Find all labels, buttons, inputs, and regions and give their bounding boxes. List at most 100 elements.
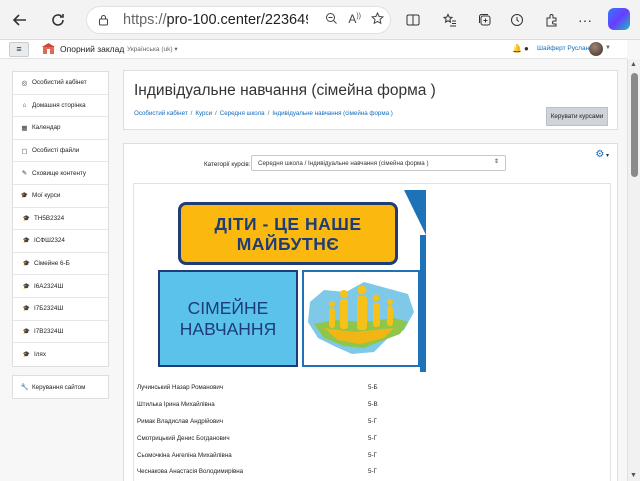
graduation-cap-icon: 🎓 [22, 283, 31, 290]
file-icon: ▢ [21, 147, 28, 155]
collections-icon[interactable] [474, 9, 496, 31]
sidebar-item[interactable]: ▦ Календар [13, 117, 108, 140]
sidebar-item[interactable]: 🎓 І7В2324Ш [13, 321, 108, 344]
page-scrollbar[interactable]: ▲ ▼ [627, 59, 640, 481]
copilot-icon[interactable] [608, 8, 630, 30]
site-navbar: ≡ Опорний заклад Українська (uk) ▾ 🔔 ● Ш… [0, 40, 627, 59]
avatar[interactable] [589, 42, 603, 56]
address-bar[interactable]: https://pro-100.center/22364961... A)) [86, 6, 391, 34]
more-options-icon[interactable]: ··· [574, 9, 596, 31]
banner-stripe-decoration [420, 235, 426, 372]
favorites-icon[interactable] [439, 9, 461, 31]
favorite-star-icon[interactable] [370, 11, 385, 28]
history-icon[interactable] [506, 9, 528, 31]
breadcrumb-item[interactable]: Середня школа [220, 110, 265, 117]
breadcrumb-item[interactable]: Курси [195, 110, 212, 117]
scroll-down-icon[interactable]: ▼ [630, 472, 637, 479]
notification-bell-icon[interactable]: 🔔 [512, 44, 522, 53]
sidebar-item-label: Керування сайтом [32, 383, 86, 391]
breadcrumb-item[interactable]: Індивідуальне навчання (сімейна форма ) [272, 110, 393, 117]
sidebar-item-label: Ілях [34, 350, 46, 358]
student-name: Римак Владислав Андрійович [137, 417, 223, 425]
gear-icon[interactable]: ⚙ ▾ [595, 149, 609, 160]
banner-line: ДІТИ - ЦЕ НАШЕ [214, 213, 362, 234]
sidebar-item[interactable]: 🎓 ІСФШ2324 [13, 230, 108, 253]
student-name: Лучинський Назар Романович [137, 384, 224, 391]
site-logo-icon[interactable] [42, 43, 55, 55]
sidebar-item[interactable]: 🎓 І7Б2324Ш [13, 298, 108, 321]
sidebar-item-label: Мої курси [32, 192, 61, 200]
banner-slogan-box: ДІТИ - ЦЕ НАШЕ МАЙБУТНЄ [178, 202, 398, 265]
sidebar-item-label: Домашня сторінка [32, 101, 86, 109]
sidebar: ◎ Особистий кабінет ⌂ Домашня сторінка ▦ Кале… [12, 71, 109, 400]
zoom-icon[interactable] [325, 12, 338, 28]
manage-courses-button[interactable]: Керувати курсами [546, 107, 608, 126]
graduation-cap-icon: 🎓 [22, 261, 31, 268]
category-select[interactable]: Середня школа / Індивідуальне навчання (… [251, 155, 506, 171]
student-class: 5-Г [368, 468, 377, 476]
list-item: Чеснакова Анастасія Володимирівна 5-Г [134, 464, 612, 481]
page-header: Індивідуальне навчання (сімейна форма ) … [123, 70, 618, 130]
student-name: Штилька Ірина Михайлівна [137, 400, 215, 408]
sidebar-item[interactable]: ✎ Сховище контенту [13, 162, 108, 185]
student-class: 5-В [368, 400, 378, 408]
message-icon[interactable]: ● [524, 44, 529, 53]
student-list: Лучинський Назар Романович 5-Б Штилька Іри… [134, 380, 612, 481]
sidebar-item-label: Сховище контенту [32, 169, 87, 177]
student-name: Смотрицький Денис Богданович [137, 434, 230, 442]
list-item: Римак Владислав Андрійович 5-Г [134, 414, 612, 431]
sidebar-item[interactable]: ▢ Особисті файли [13, 140, 108, 163]
banner-title-box: СІМЕЙНЕ НАВЧАННЯ [158, 270, 298, 367]
sidebar-item[interactable]: 🎓 Сімейне 6-Б [13, 253, 108, 276]
graduation-cap-icon: 🎓 [22, 306, 31, 313]
sidebar-admin: 🔧 Керування сайтом [12, 374, 109, 400]
list-item: Сьомочкіна Ангеліна Михайлівна 5-Г [134, 448, 612, 465]
site-name[interactable]: Опорний заклад [60, 44, 124, 54]
language-selector[interactable]: Українська (uk) ▾ [127, 45, 178, 53]
user-name[interactable]: Шайферт Руслана [537, 45, 593, 52]
chevron-down-icon[interactable]: ▼ [605, 45, 611, 51]
sidebar-item-label: І7Б2324Ш [34, 305, 64, 313]
banner-corner-decoration [404, 190, 426, 235]
sidebar-item-site-admin[interactable]: 🔧 Керування сайтом [13, 376, 108, 399]
sidebar-item[interactable]: ⌂ Домашня сторінка [13, 95, 108, 118]
browser-toolbar: https://pro-100.center/22364961... A)) ·… [0, 0, 640, 40]
sidebar-item-label: ТН5В2324 [34, 214, 65, 222]
sidebar-item-label: Сімейне 6-Б [34, 260, 70, 268]
banner-line: НАВЧАННЯ [179, 318, 277, 339]
banner-line: СІМЕЙНЕ [187, 297, 269, 318]
breadcrumb-item[interactable]: Особистий кабінет [134, 110, 188, 117]
student-class: 5-Г [368, 417, 377, 425]
list-item: Смотрицький Денис Богданович 5-Г [134, 431, 612, 448]
sidebar-item[interactable]: 🎓 І6А2324Ш [13, 275, 108, 298]
banner-line: МАЙБУТНЄ [236, 233, 340, 254]
home-icon: ⌂ [22, 101, 27, 109]
wrench-icon: 🔧 [20, 384, 29, 392]
menu-toggle-button[interactable]: ≡ [9, 42, 29, 57]
split-screen-icon[interactable] [402, 9, 424, 31]
sidebar-item[interactable]: 🎓 ТН5В2324 [13, 208, 108, 231]
back-icon[interactable] [9, 9, 31, 31]
refresh-icon[interactable] [47, 9, 69, 31]
sidebar-item-label: Особистий кабінет [32, 79, 87, 87]
lock-icon[interactable] [95, 12, 111, 28]
sidebar-item[interactable]: ◎ Особистий кабінет [13, 72, 108, 95]
graduation-cap-icon: 🎓 [22, 351, 31, 358]
extensions-icon[interactable] [541, 9, 563, 31]
dashboard-icon: ◎ [21, 79, 28, 87]
scroll-up-icon[interactable]: ▲ [630, 61, 637, 68]
sidebar-item[interactable]: 🎓 Мої курси [13, 185, 108, 208]
read-aloud-icon[interactable]: A)) [348, 12, 361, 28]
sidebar-nav: ◎ Особистий кабінет ⌂ Домашня сторінка ▦ Кале… [12, 71, 109, 367]
url-text[interactable]: https://pro-100.center/22364961... [123, 12, 308, 28]
graduation-cap-icon: 🎓 [22, 328, 31, 335]
list-item: Штилька Ірина Михайлівна 5-В [134, 397, 612, 414]
student-class: 5-Г [368, 434, 377, 442]
sidebar-item-label: Календар [32, 124, 61, 132]
graduation-cap-icon: 🎓 [20, 193, 29, 200]
scroll-thumb[interactable] [631, 73, 638, 177]
sidebar-item-label: Особисті файли [32, 147, 80, 155]
student-class: 5-Б [368, 384, 378, 391]
sidebar-item-label: І6А2324Ш [34, 282, 64, 290]
sidebar-item[interactable]: 🎓 Ілях [13, 343, 108, 366]
